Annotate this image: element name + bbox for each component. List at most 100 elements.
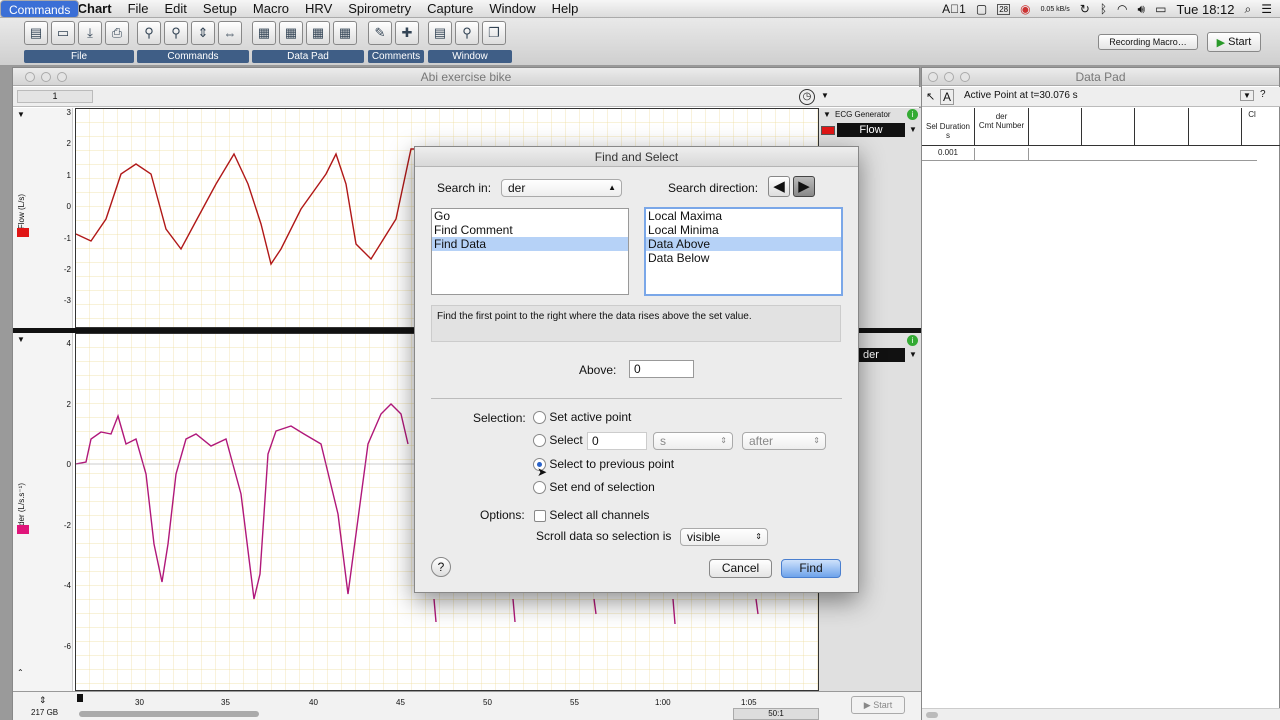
select-all-channels-checkbox[interactable]: Select all channels (534, 508, 649, 522)
chevron-down-icon[interactable]: ▼ (909, 125, 917, 134)
command-item-go[interactable]: Go (432, 209, 628, 223)
clock-icon[interactable]: ◷ (799, 89, 815, 105)
save-icon[interactable]: ⤓ (78, 21, 102, 45)
info-icon[interactable]: i (907, 335, 918, 346)
notification-center-icon[interactable]: ☰ (1261, 2, 1272, 16)
data-pad-scrollbar[interactable] (922, 708, 1280, 720)
criteria-item-local-maxima[interactable]: Local Maxima (646, 209, 841, 223)
cancel-button[interactable]: Cancel (709, 559, 772, 578)
bluetooth-icon[interactable]: ᛒ (1100, 2, 1107, 16)
datapad-multi-icon[interactable]: ▦ (306, 21, 330, 45)
info-icon[interactable]: i (907, 109, 918, 120)
clock[interactable]: Tue 18:12 (1176, 2, 1234, 17)
comment-icon[interactable]: ✎ (368, 21, 392, 45)
find-updown-icon[interactable]: ⇕ (191, 21, 215, 45)
menu-file[interactable]: File (120, 0, 157, 18)
dp-col-der[interactable]: der Cmt Number (975, 108, 1029, 146)
menu-hrv[interactable]: HRV (297, 0, 340, 18)
chevron-down-icon[interactable]: ▼ (17, 335, 25, 344)
marker-1-icon[interactable] (77, 694, 83, 702)
flow-channel-title[interactable]: Flow (837, 123, 905, 137)
spotlight-icon[interactable]: ⌕ (1245, 2, 1252, 17)
zoom-control[interactable]: 50:1 (733, 708, 819, 720)
dp-col-empty[interactable] (1082, 108, 1135, 146)
criteria-item-data-above[interactable]: Data Above (646, 237, 841, 251)
axis-swap-icon[interactable]: ⇕ (39, 695, 47, 706)
command-item-find-comment[interactable]: Find Comment (432, 223, 628, 237)
start-button-disabled[interactable]: ▶ Start (851, 696, 905, 714)
minimize-icon[interactable] (41, 72, 51, 82)
new-document-icon[interactable]: ▤ (24, 21, 48, 45)
arrow-cursor-icon[interactable]: ↖ (926, 90, 935, 103)
text-tool-icon[interactable]: A (940, 89, 955, 105)
find-binoculars-icon[interactable]: ⚲ (137, 21, 161, 45)
select-unit-select[interactable]: s ⇕ (653, 432, 733, 450)
chevron-down-icon[interactable]: ▼ (821, 91, 829, 100)
volume-icon[interactable]: 🔊︎ (1138, 2, 1146, 17)
datapad-setup-icon[interactable]: ▦ (333, 21, 357, 45)
camera-icon[interactable]: ◉ (1020, 2, 1030, 16)
scroll-thumb[interactable] (926, 712, 938, 718)
window-zoom-icon[interactable]: ⚲ (455, 21, 479, 45)
radio-button[interactable] (533, 411, 546, 425)
radio-select[interactable]: Select (533, 433, 583, 448)
radio-set-end-of-selection[interactable]: Set end of selection (533, 480, 655, 495)
search-left-arrow-icon[interactable]: ◀ (768, 176, 790, 197)
wifi-icon[interactable]: ◠ (1117, 2, 1127, 16)
close-icon[interactable] (25, 72, 35, 82)
search-in-select[interactable]: der ▲ (501, 179, 622, 197)
window-chart-icon[interactable]: ▤ (428, 21, 452, 45)
dp-col-empty[interactable] (1029, 108, 1082, 146)
scroll-up-icon[interactable]: ⌃ (17, 668, 24, 677)
chevron-down-icon[interactable]: ▼ (17, 110, 25, 119)
datapad-open-icon[interactable]: ▦ (252, 21, 276, 45)
start-button[interactable]: ▶ Start (1207, 32, 1261, 52)
close-icon[interactable] (928, 72, 938, 82)
zoom-icon[interactable] (960, 72, 970, 82)
radio-button[interactable] (533, 481, 546, 495)
adobe-icon[interactable]: A⃞1 (942, 2, 966, 16)
open-folder-icon[interactable]: ▭ (51, 21, 75, 45)
select-amount-input[interactable]: 0 (587, 432, 647, 450)
menu-commands[interactable]: Commands (0, 0, 80, 18)
datapad-add-icon[interactable]: ▦ (279, 21, 303, 45)
minimize-icon[interactable] (944, 72, 954, 82)
help-icon[interactable]: ? (1260, 89, 1266, 100)
menu-setup[interactable]: Setup (195, 0, 245, 18)
dp-cell[interactable] (975, 148, 1029, 160)
print-icon[interactable]: ⎙ (105, 21, 129, 45)
criteria-item-data-below[interactable]: Data Below (646, 251, 841, 265)
der-channel-title[interactable]: der (859, 348, 905, 362)
chevron-down-icon[interactable]: ▼ (1240, 90, 1254, 101)
find-button[interactable]: Find (781, 559, 841, 578)
command-item-find-data[interactable]: Find Data (432, 237, 628, 251)
menu-spirometry[interactable]: Spirometry (340, 0, 419, 18)
calendar-icon[interactable]: 28 (997, 3, 1011, 15)
search-right-arrow-icon[interactable]: ▶ (793, 176, 815, 197)
menu-help[interactable]: Help (544, 0, 587, 18)
zoom-icon[interactable] (57, 72, 67, 82)
chevron-down-icon[interactable]: ▼ (909, 350, 917, 359)
battery-icon[interactable]: ▭ (1155, 2, 1166, 16)
criteria-item-local-minima[interactable]: Local Minima (646, 223, 841, 237)
help-button[interactable]: ? (431, 557, 451, 577)
menu-window[interactable]: Window (481, 0, 543, 18)
radio-button[interactable] (533, 434, 546, 448)
radio-select-to-previous[interactable]: Select to previous point (533, 457, 674, 472)
scroll-visibility-select[interactable]: visible ⇕ (680, 528, 768, 546)
recording-macro-button[interactable]: Recording Macro… (1098, 34, 1198, 50)
menu-macro[interactable]: Macro (245, 0, 297, 18)
select-when-select[interactable]: after ⇕ (742, 432, 826, 450)
find-next-icon[interactable]: ⚲ (164, 21, 188, 45)
add-comment-icon[interactable]: ✚ (395, 21, 419, 45)
chevron-down-icon[interactable]: ▼ (823, 110, 831, 119)
menu-capture[interactable]: Capture (419, 0, 481, 18)
horizontal-scrollbar[interactable] (79, 711, 259, 717)
menu-edit[interactable]: Edit (157, 0, 195, 18)
checkbox[interactable] (534, 509, 546, 522)
radio-set-active-point[interactable]: Set active point (533, 410, 631, 425)
dp-col-empty[interactable] (1189, 108, 1242, 146)
dp-col-c[interactable]: Cl (1242, 110, 1262, 146)
dp-cell[interactable]: 0.001 (922, 148, 975, 160)
time-machine-icon[interactable]: ↻ (1080, 2, 1090, 16)
